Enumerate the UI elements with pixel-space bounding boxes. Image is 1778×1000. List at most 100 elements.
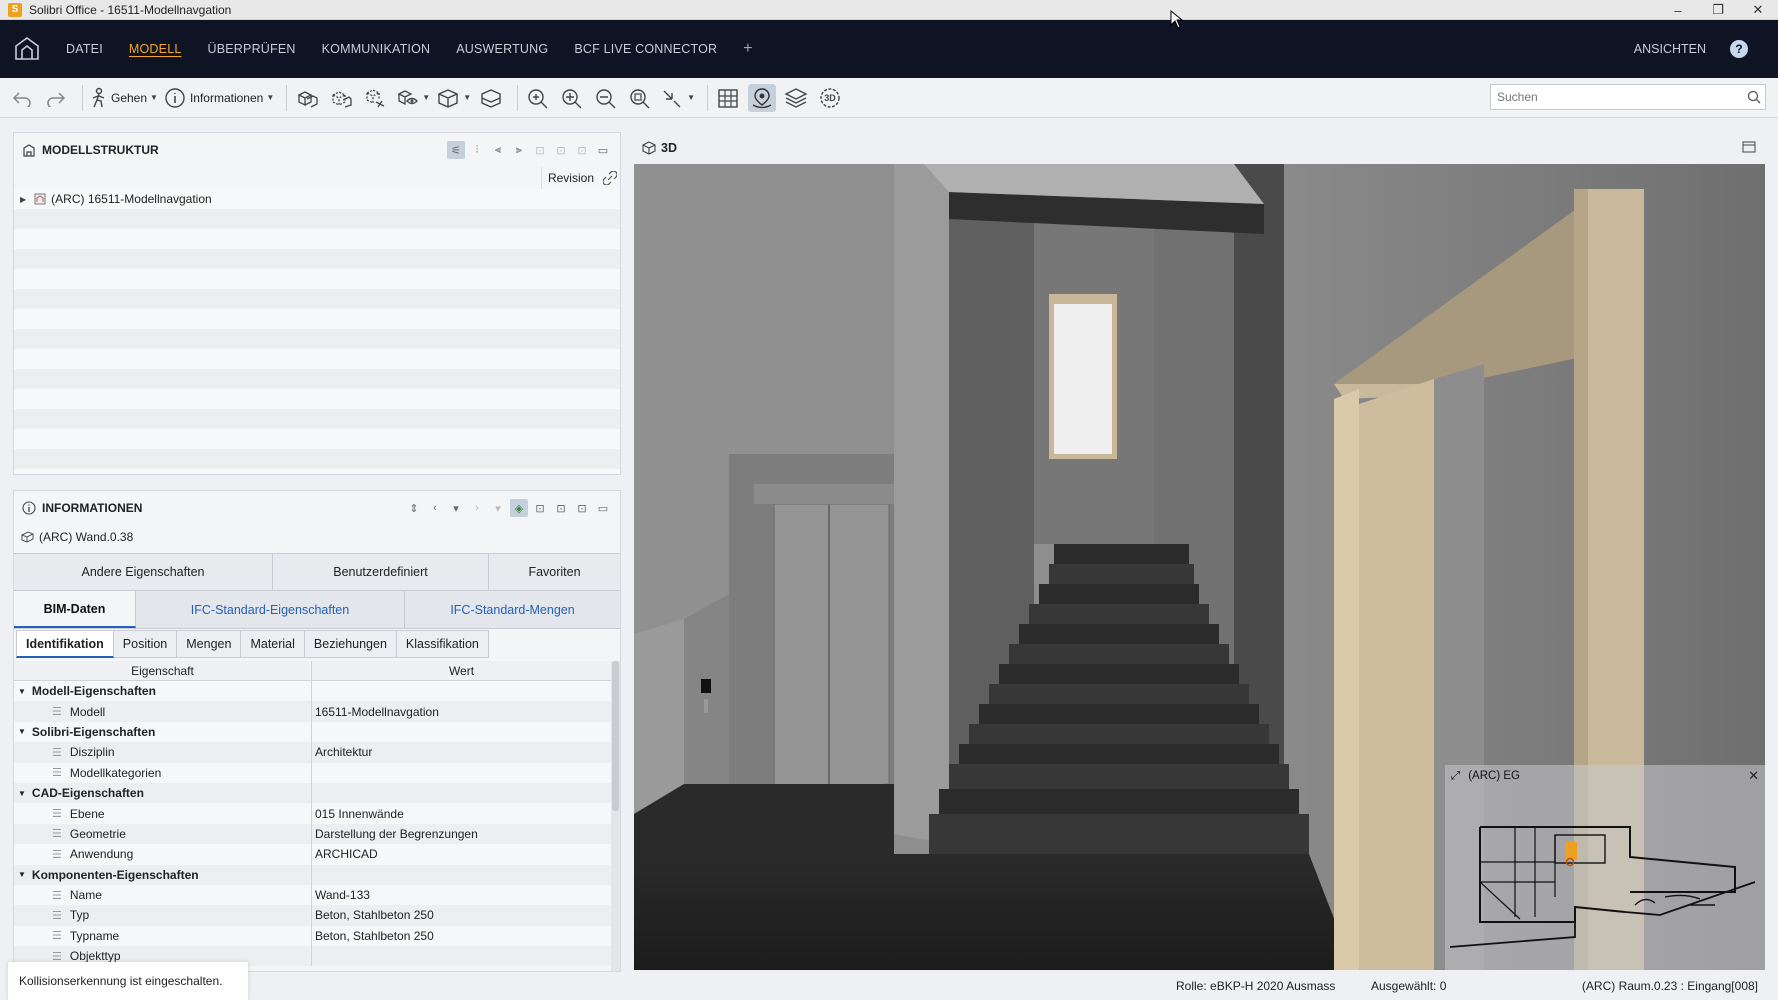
menu-ueberpruefen[interactable]: ÜBERPRÜFEN	[208, 42, 296, 56]
sync-selection-icon[interactable]: ◈	[510, 499, 528, 517]
forward-dropdown-icon[interactable]: ▾	[489, 499, 507, 517]
menu-bcf-live-connector[interactable]: BCF LIVE CONNECTOR	[574, 42, 717, 56]
property-key: Anwendung	[69, 847, 134, 862]
property-group-row[interactable]: ▼ Modell-Eigenschaften	[14, 681, 611, 702]
view-cube-button[interactable]: ▼	[436, 84, 471, 112]
property-group-row[interactable]: ▼ CAD-Eigenschaften	[14, 782, 611, 804]
property-row[interactable]: ☰ Modellkategorien	[14, 762, 611, 783]
lock-icon[interactable]: ⊡	[531, 141, 549, 159]
sort-icon[interactable]: ⇕	[405, 499, 423, 517]
menu-auswertung[interactable]: AUSWERTUNG	[456, 42, 548, 56]
history-dropdown-icon[interactable]: ▾	[447, 499, 465, 517]
property-group-row[interactable]: ▼ Komponenten-Eigenschaften	[14, 864, 611, 885]
property-row[interactable]: ☰ Disziplin Architektur	[14, 742, 611, 763]
info-icon	[165, 87, 185, 108]
collapse-arrow-icon[interactable]: ▼	[18, 789, 26, 798]
redo-button[interactable]	[42, 84, 70, 112]
section-box-button[interactable]	[477, 84, 505, 112]
collapse-arrow-icon[interactable]: ▼	[18, 727, 26, 736]
property-table-scrollbar[interactable]	[611, 661, 620, 971]
zoom-in-button[interactable]	[558, 84, 586, 112]
panel-maximize-icon[interactable]: ▭	[594, 499, 612, 517]
property-group-row[interactable]: ▼ Solibri-Eigenschaften	[14, 721, 611, 743]
property-row[interactable]: ☰ Typname Beton, Stahlbeton 250	[14, 925, 611, 947]
lock-open-icon[interactable]: ⊡	[552, 499, 570, 517]
hierarchy-icon[interactable]: ⫶	[468, 141, 486, 159]
expand-icon[interactable]: ⤢	[1451, 770, 1460, 783]
menu-modell[interactable]: MODELL	[129, 42, 182, 56]
undo-button[interactable]	[8, 84, 36, 112]
tab-identifikation[interactable]: Identifikation	[16, 630, 114, 658]
floor-plan-button[interactable]	[714, 84, 742, 112]
tab-klassifikation[interactable]: Klassifikation	[396, 630, 489, 658]
expand-arrow-icon[interactable]: ▶	[20, 195, 26, 204]
zoom-selection-button[interactable]	[626, 84, 654, 112]
link-icon[interactable]	[600, 171, 620, 185]
tab-favoriten[interactable]: Favoriten	[489, 554, 620, 590]
tab-andere-eigenschaften[interactable]: Andere Eigenschaften	[14, 554, 273, 590]
section-box-icon	[481, 88, 501, 108]
close-window-button[interactable]: ✕	[1738, 0, 1778, 20]
search-icon[interactable]	[1743, 90, 1765, 104]
collapse-arrow-icon[interactable]: ▼	[18, 870, 26, 879]
isolate-objects-button[interactable]	[361, 84, 389, 112]
menu-datei[interactable]: DATEI	[66, 42, 103, 56]
modellstruktur-title: MODELLSTRUKTUR	[42, 143, 159, 157]
tree-view-icon[interactable]: ⚟	[447, 141, 465, 159]
select-objects-button[interactable]	[293, 84, 321, 112]
help-icon[interactable]: ?	[1730, 40, 1748, 58]
visibility-options-button[interactable]: ▼	[395, 84, 430, 112]
tab-ifc-standard-eigenschaften[interactable]: IFC-Standard-Eigenschaften	[136, 591, 405, 628]
tree-item[interactable]: ▶ (ARC) 16511-Modellnavgation	[14, 189, 620, 209]
lock-open-icon[interactable]: ⊡	[552, 141, 570, 159]
search-input[interactable]	[1491, 86, 1743, 108]
lock-all-icon[interactable]: ⊡	[573, 141, 591, 159]
tab-benutzerdefiniert[interactable]: Benutzerdefiniert	[273, 554, 489, 590]
property-row[interactable]: ☰ Ebene 015 Innenwände	[14, 803, 611, 824]
pick-tool-button[interactable]: ▼	[660, 84, 695, 112]
property-row[interactable]: ☰ Geometrie Darstellung der Begrenzungen	[14, 823, 611, 845]
restore-button[interactable]: ❐	[1698, 0, 1738, 20]
location-marker-button[interactable]	[748, 83, 777, 112]
menu-ansichten[interactable]: ANSICHTEN	[1634, 42, 1706, 56]
hierarchy-expand-icon[interactable]: ⫷	[489, 141, 507, 159]
collapse-arrow-icon[interactable]: ▼	[18, 687, 26, 696]
menu-kommunikation[interactable]: KOMMUNIKATION	[322, 42, 431, 56]
close-icon[interactable]: ✕	[1748, 768, 1759, 784]
lock-all-icon[interactable]: ⊡	[573, 499, 591, 517]
panel-maximize-icon[interactable]	[1742, 141, 1756, 153]
3d-settings-button[interactable]: 3D	[816, 84, 844, 112]
scrollbar-thumb[interactable]	[612, 661, 619, 811]
column-header-wert[interactable]: Wert	[312, 661, 611, 680]
tab-position[interactable]: Position	[113, 630, 178, 658]
informationen-dropdown[interactable]: Informationen ▼	[164, 84, 274, 112]
informationen-panel: INFORMATIONEN ⇕ ‹ ▾ › ▾ ◈ ⊡ ⊡ ⊡ ▭ (ARC) …	[13, 490, 621, 972]
property-row[interactable]: ☰ Name Wand-133	[14, 884, 611, 906]
back-icon[interactable]: ‹	[426, 499, 444, 517]
revision-button[interactable]: Revision	[540, 167, 600, 189]
add-tab-button[interactable]: +	[743, 40, 752, 58]
floor-minimap[interactable]: ⤢ (ARC) EG ✕	[1445, 765, 1765, 970]
lock-icon[interactable]: ⊡	[531, 499, 549, 517]
tab-ifc-standard-mengen[interactable]: IFC-Standard-Mengen	[405, 591, 620, 628]
zoom-out-button[interactable]	[592, 84, 620, 112]
panel-maximize-icon[interactable]: ▭	[594, 141, 612, 159]
hierarchy-filter-icon[interactable]: ⫸	[510, 141, 528, 159]
column-header-eigenschaft[interactable]: Eigenschaft	[14, 661, 312, 680]
hide-objects-button[interactable]	[327, 84, 355, 112]
zoom-fit-button[interactable]	[524, 84, 552, 112]
layers-button[interactable]	[782, 84, 810, 112]
tab-beziehungen[interactable]: Beziehungen	[304, 630, 397, 658]
status-role[interactable]: Rolle: eBKP-H 2020 Ausmass	[1176, 972, 1335, 1000]
minimize-button[interactable]: –	[1658, 0, 1698, 20]
tab-material[interactable]: Material	[241, 630, 305, 658]
property-row[interactable]: ☰ Modell 16511-Modellnavgation	[14, 701, 611, 722]
property-row[interactable]: ☰ Typ Beton, Stahlbeton 250	[14, 905, 611, 926]
forward-icon[interactable]: ›	[468, 499, 486, 517]
tab-bim-daten[interactable]: BIM-Daten	[14, 591, 136, 628]
home-icon[interactable]	[12, 34, 42, 64]
walk-mode-button[interactable]: Gehen ▼	[89, 84, 158, 112]
tab-mengen[interactable]: Mengen	[177, 630, 242, 658]
informationen-label: Informationen	[189, 90, 264, 105]
property-row[interactable]: ☰ Anwendung ARCHICAD	[14, 844, 611, 865]
